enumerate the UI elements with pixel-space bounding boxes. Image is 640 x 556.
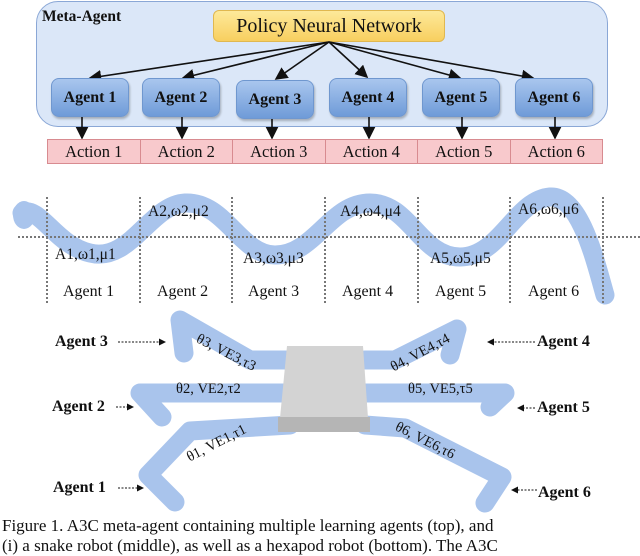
figure-caption: Figure 1. A3C meta-agent containing mult… (2, 516, 640, 556)
caption-line-2: (i) a snake robot (middle), as well as a… (2, 536, 498, 555)
caption-line-1: Figure 1. A3C meta-agent containing mult… (2, 516, 494, 535)
hexapod-agent-3-label: Agent 3 (55, 333, 108, 350)
snake-agent-5-label: Agent 5 (435, 283, 487, 300)
action-6-cell: Action 6 (509, 139, 603, 164)
agent-6-box: Agent 6 (515, 78, 593, 117)
agent-5-box: Agent 5 (422, 78, 500, 117)
agent-1-box: Agent 1 (51, 78, 129, 117)
snake-head (13, 201, 35, 229)
segment-5-label: A5,ω5,μ5 (430, 250, 491, 267)
hexapod-agent-2-label: Agent 2 (52, 398, 105, 415)
segment-2-label: A2,ω2,μ2 (148, 203, 209, 220)
action-3-cell: Action 3 (232, 139, 326, 164)
snake-agent-6-label: Agent 6 (528, 283, 580, 300)
hexapod-agent-4-label: Agent 4 (537, 333, 590, 350)
snake-agent-1-label: Agent 1 (63, 283, 115, 300)
agent-3-box: Agent 3 (236, 80, 314, 119)
action-row: Action 1 Action 2 Action 3 Action 4 Acti… (47, 139, 603, 164)
agent-4-box: Agent 4 (329, 78, 407, 117)
policy-arrows (75, 41, 562, 140)
action-5-cell: Action 5 (417, 139, 511, 164)
hexapod-body (280, 346, 368, 418)
segment-3-label: A3,ω3,μ3 (243, 250, 304, 267)
segment-6-label: A6,ω6,μ6 (518, 201, 579, 218)
hexapod-agent-5-label: Agent 5 (537, 399, 590, 416)
snake-agent-3-label: Agent 3 (248, 283, 300, 300)
arrow-to-agent-1 (88, 41, 330, 83)
hexapod-agent-1-label: Agent 1 (53, 479, 106, 496)
arrow-to-agent-6 (328, 41, 535, 83)
action-4-cell: Action 4 (324, 139, 418, 164)
segment-4-label: A4,ω4,μ4 (340, 203, 401, 220)
hexapod-agent-6-label: Agent 6 (538, 484, 591, 501)
leg-2-label: θ2, VE2,τ2 (176, 381, 241, 397)
agent-2-box: Agent 2 (142, 78, 220, 117)
hexapod-body-base (278, 417, 370, 432)
leg-5-label: θ5, VE5,τ5 (408, 381, 473, 397)
action-1-cell: Action 1 (47, 139, 141, 164)
snake-agent-4-label: Agent 4 (342, 283, 394, 300)
arrow-to-agent-3 (274, 41, 330, 80)
snake-agent-2-label: Agent 2 (157, 283, 209, 300)
action-2-cell: Action 2 (139, 139, 233, 164)
segment-1-label: A1,ω1,μ1 (55, 246, 116, 263)
